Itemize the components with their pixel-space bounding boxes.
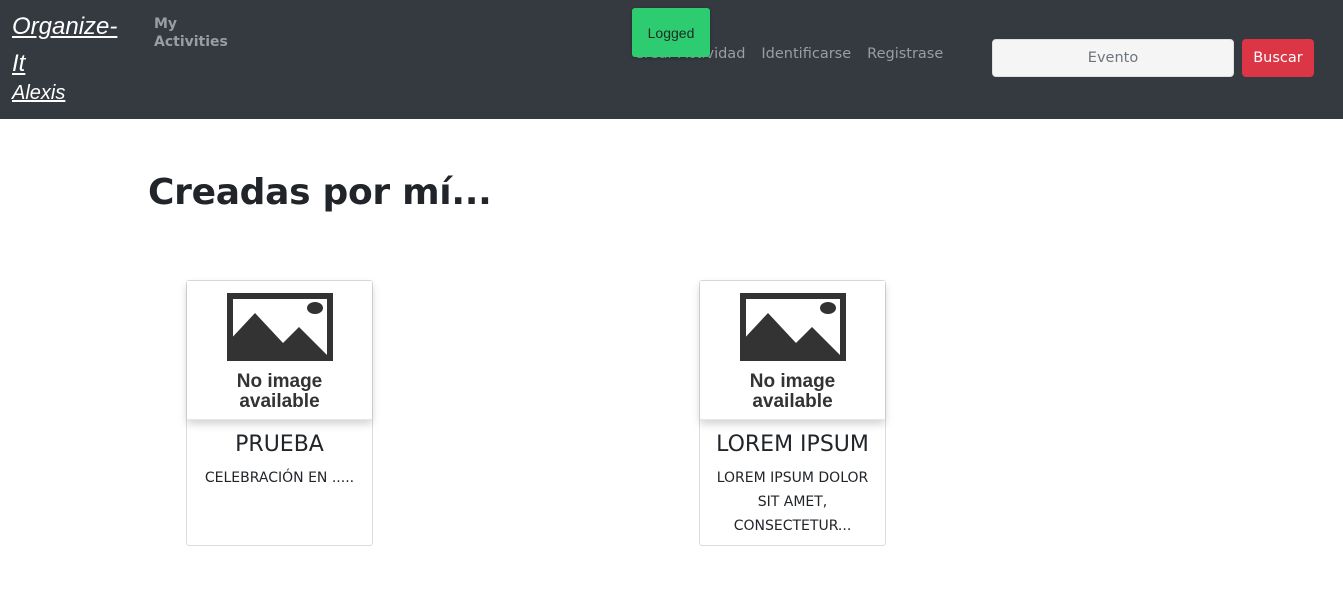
my-activities-link[interactable]: My Activities [154, 15, 234, 51]
activity-card[interactable]: No image available PRUEBA CELEBRACIÓN EN… [186, 280, 373, 546]
card-title: LOREM IPSUM [716, 432, 869, 457]
card-image: No image available [700, 281, 885, 420]
card-title: PRUEBA [235, 432, 324, 457]
nav-registrase[interactable]: Registrase [867, 44, 943, 64]
logged-toast: Logged [632, 8, 710, 57]
brand-name: Organize-It [12, 13, 118, 77]
page-title: Creadas por mí... [148, 172, 492, 213]
image-text-line-2: available [239, 391, 319, 412]
activity-card[interactable]: No image available LOREM IPSUM LOREM IPS… [699, 280, 886, 546]
nav-identificarse[interactable]: Identificarse [761, 44, 851, 64]
search-input[interactable] [992, 39, 1234, 77]
card-text: CELEBRACIÓN EN ..... [204, 470, 355, 486]
brand-link[interactable]: Organize-It Alexis [12, 8, 130, 106]
brand-user: Alexis [12, 82, 66, 104]
navbar: Organize-It Alexis My Activities Crear A… [0, 0, 1343, 119]
image-text-line-1: No image [750, 371, 836, 392]
no-image-placeholder-icon: No image available [740, 293, 846, 412]
card-image: No image available [187, 281, 372, 420]
image-text-line-1: No image [237, 371, 323, 392]
search-button[interactable]: Buscar [1242, 39, 1314, 77]
card-text: LOREM IPSUM DOLOR SIT AMET, CONSECTETUR.… [716, 470, 869, 534]
no-image-placeholder-icon: No image available [227, 293, 333, 412]
image-text-line-2: available [752, 391, 832, 412]
